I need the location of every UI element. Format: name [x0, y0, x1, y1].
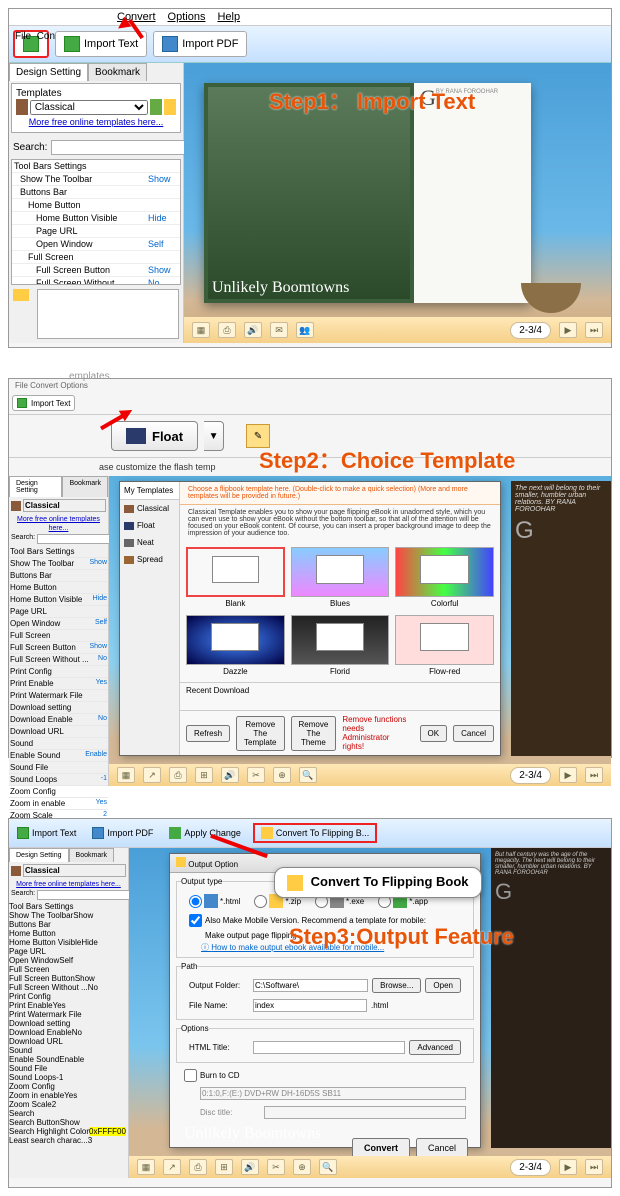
folder-icon[interactable]: [164, 99, 176, 115]
book-title: Unlikely Boomtowns: [212, 279, 349, 297]
last-btn[interactable]: ⏭: [585, 322, 603, 338]
btn-refresh[interactable]: Refresh: [186, 725, 230, 742]
book-icon: [16, 99, 28, 115]
sound-btn[interactable]: 🔊: [244, 322, 262, 338]
import-pdf-icon: [162, 36, 178, 52]
page-number: 2-3/4: [510, 322, 551, 339]
convert-button[interactable]: Convert: [352, 1138, 410, 1158]
step1-label: Step1： Import Text: [269, 84, 475, 116]
thumb-btn[interactable]: ▦: [192, 322, 210, 338]
side-neat[interactable]: Neat: [120, 534, 179, 551]
float-book-icon: [126, 428, 146, 444]
type-html[interactable]: *.html: [189, 894, 240, 908]
print-btn[interactable]: ⎙: [218, 322, 236, 338]
browse-button[interactable]: Browse...: [372, 978, 421, 993]
cd-drive-input: [200, 1087, 466, 1100]
dlg-info: Classical Template enables you to show y…: [180, 505, 500, 541]
book-right-page: The next will belong to their smaller, h…: [511, 481, 611, 756]
cancel-button[interactable]: Cancel: [416, 1138, 468, 1158]
admin-warning: Remove functions needs Administrator rig…: [342, 715, 407, 751]
menu-options[interactable]: Options: [168, 11, 206, 23]
template-select[interactable]: Classical: [30, 100, 149, 115]
advanced-button[interactable]: Advanced: [409, 1040, 461, 1055]
memo-textarea[interactable]: [37, 289, 179, 339]
settings-tree[interactable]: Tool Bars Settings Show The ToolbarShow …: [11, 159, 181, 285]
side-spread[interactable]: Spread: [120, 551, 179, 568]
float-dropdown[interactable]: ▼: [204, 421, 224, 451]
tab-bookmark[interactable]: Bookmark: [88, 63, 147, 81]
btn-cancel[interactable]: Cancel: [453, 725, 494, 742]
import-text-button[interactable]: Import Text: [55, 31, 147, 57]
share-btn[interactable]: 👥: [296, 322, 314, 338]
p2-settings-tree[interactable]: Design SettingBookmark Classical More fr…: [9, 476, 109, 786]
search-input[interactable]: [51, 140, 187, 155]
left-panel: Design Setting Bookmark Templates Classi…: [9, 63, 184, 343]
tpl-blank[interactable]: Blank: [186, 547, 285, 609]
p2-import-text[interactable]: Import Text: [12, 395, 75, 411]
recent-download: Recent Download: [180, 682, 500, 710]
tab-design[interactable]: Design Setting: [9, 63, 88, 81]
p3-convert-btn[interactable]: Convert To Flipping B...: [253, 823, 377, 843]
output-folder-input[interactable]: [253, 979, 368, 992]
side-float[interactable]: Float: [120, 517, 179, 534]
step3-label: Step3:Output Feature: [289, 924, 514, 950]
p3-toolbar: Import Text Import PDF Apply Change Conv…: [9, 819, 611, 848]
import-text-icon: [64, 36, 80, 52]
p3-book-right: But half century was the age of the mega…: [491, 848, 611, 1148]
templates-label: Templates: [16, 88, 176, 99]
template-dialog: My Templates Classical Float Neat Spread…: [119, 481, 501, 756]
side-classical[interactable]: Classical: [120, 500, 179, 517]
menu-bar: Convert Options Help: [9, 9, 611, 26]
more-templates-link[interactable]: More free online templates here...: [29, 117, 164, 127]
cutoff-emplates: emplates: [69, 371, 110, 382]
p3-apply[interactable]: Apply Change: [165, 825, 245, 841]
p3-import-text[interactable]: Import Text: [13, 825, 80, 841]
step2-label: Step2：Choice Template: [259, 443, 515, 475]
btn-remove-theme[interactable]: Remove The Theme: [291, 716, 337, 751]
import-pdf-button[interactable]: Import PDF: [153, 31, 247, 57]
filename-input[interactable]: [253, 999, 367, 1012]
menu-file[interactable]: File Con: [15, 31, 55, 42]
next-btn[interactable]: ▶: [559, 322, 577, 338]
btn-ok[interactable]: OK: [420, 725, 448, 742]
tpl-flowred[interactable]: Flow-red: [395, 615, 494, 677]
tpl-florid[interactable]: Florid: [291, 615, 390, 677]
menu-convert[interactable]: Convert: [17, 11, 156, 23]
convert-callout: Convert To Flipping Book: [274, 867, 482, 898]
page-bar: ▦ ⎙ 🔊 ✉ 👥 2-3/4 ▶ ⏭: [184, 317, 611, 343]
book-preview[interactable]: Unlikely Boomtowns G BY RANA FOROOHAR: [204, 83, 531, 303]
tpl-dazzle[interactable]: Dazzle: [186, 615, 285, 677]
dlg-tab-mytemplates[interactable]: My Templates: [120, 482, 179, 500]
menu-help[interactable]: Help: [217, 11, 240, 23]
html-title-input[interactable]: [253, 1041, 405, 1054]
search-label: Search:: [13, 142, 47, 153]
tpl-colorful[interactable]: Colorful: [395, 547, 494, 609]
burn-cd-check[interactable]: Burn to CD: [176, 1067, 474, 1084]
boat-decoration: [521, 283, 581, 313]
main-toolbar: Import Text Import PDF: [9, 26, 611, 63]
p3-book-title: Unlikely Boomtowns: [184, 1125, 321, 1143]
mail-btn[interactable]: ✉: [270, 322, 288, 338]
btn-remove-template[interactable]: Remove The Template: [236, 716, 285, 751]
p3-settings-tree[interactable]: Design SettingBookmark Classical More fr…: [9, 848, 129, 1178]
refresh-icon[interactable]: [150, 99, 162, 115]
disc-title-input: [264, 1106, 466, 1119]
tpl-blues[interactable]: Blues: [291, 547, 390, 609]
float-button[interactable]: Float: [111, 421, 198, 451]
convert-icon: [287, 875, 303, 891]
dlg-tip: Choose a flipbook template here. (Double…: [180, 482, 500, 505]
memo-icon: [13, 289, 29, 301]
p3-import-pdf[interactable]: Import PDF: [88, 825, 157, 841]
open-button[interactable]: Open: [425, 978, 461, 993]
